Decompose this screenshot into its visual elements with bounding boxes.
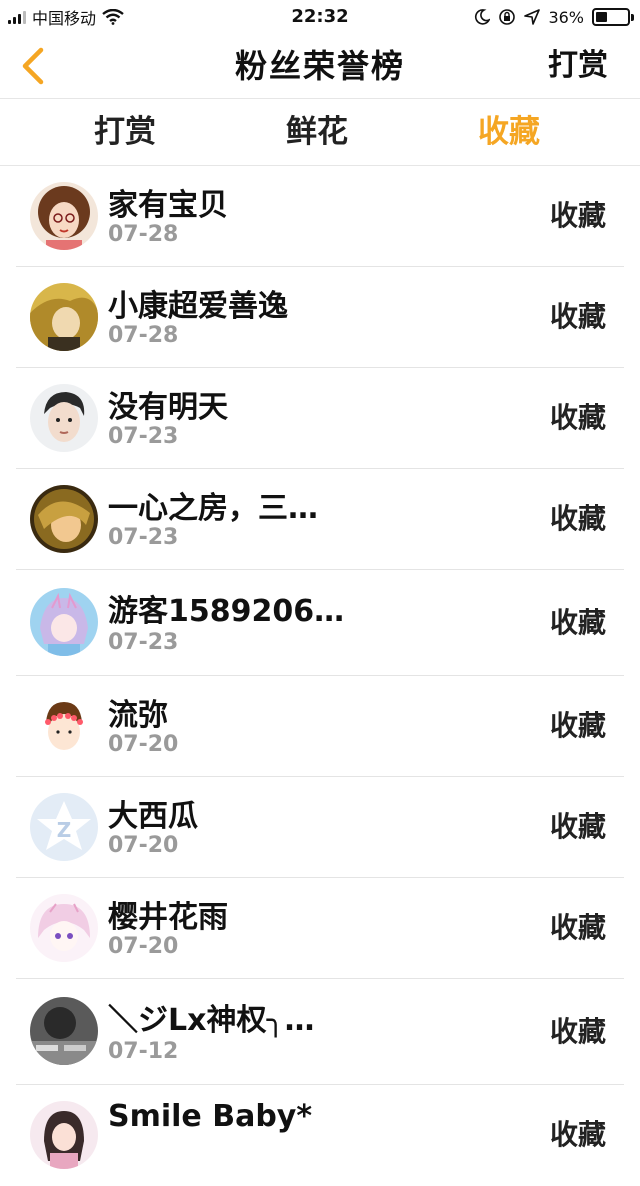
status-right: 36% [474, 6, 634, 28]
fan-date: 07-28 [108, 222, 179, 247]
list-item[interactable]: 一心之房，三… 07-23 收藏 [16, 469, 624, 570]
fan-name: Smile Baby* [108, 1099, 313, 1134]
avatar [30, 588, 98, 656]
avatar [30, 485, 98, 553]
fan-date: 07-23 [108, 424, 179, 449]
fan-name: 一心之房，三… [108, 491, 318, 526]
reward-button[interactable]: 打赏 [548, 34, 608, 98]
list-item[interactable]: 游客1589206… 07-23 收藏 [16, 570, 624, 676]
fan-name: 大西瓜 [108, 799, 198, 834]
nav-bar: 粉丝荣誉榜 打赏 [0, 34, 640, 98]
favorite-label: 收藏 [549, 502, 606, 535]
fan-name: 家有宝贝 [108, 188, 228, 223]
fan-date: 07-23 [108, 525, 179, 550]
fan-name: 没有明天 [108, 390, 228, 425]
list-item[interactable]: 小康超爱善逸 07-28 收藏 [16, 267, 624, 368]
fan-name: 流弥 [108, 698, 168, 733]
favorite-label: 收藏 [549, 300, 606, 333]
favorite-label: 收藏 [549, 810, 606, 843]
avatar [30, 692, 98, 760]
list-item[interactable]: 家有宝贝 07-28 收藏 [16, 166, 624, 267]
fan-name: 游客1589206… [108, 594, 345, 629]
rotation-lock-icon [499, 9, 516, 25]
favorite-label: 收藏 [549, 709, 606, 742]
battery-fill [596, 12, 607, 22]
avatar [30, 182, 98, 250]
list-item[interactable]: Smile Baby* 收藏 [16, 1085, 624, 1186]
favorite-label: 收藏 [549, 911, 606, 944]
fan-date: 07-23 [108, 630, 179, 655]
list-item[interactable]: ＼ジLx神权╮… 07-12 收藏 [16, 979, 624, 1085]
avatar [30, 283, 98, 351]
fan-name: ＼ジLx神权╮… [108, 1003, 315, 1038]
tab-flowers[interactable]: 鲜花 [286, 99, 348, 165]
avatar [30, 894, 98, 962]
fan-name: 小康超爱善逸 [108, 289, 288, 324]
fan-date: 07-20 [108, 934, 179, 959]
chevron-left-icon [22, 47, 44, 85]
avatar: Z [30, 793, 98, 861]
favorite-label: 收藏 [549, 1015, 606, 1048]
back-button[interactable] [8, 42, 56, 90]
favorite-label: 收藏 [549, 1118, 606, 1151]
favorite-label: 收藏 [549, 199, 606, 232]
list-item[interactable]: Z 大西瓜 07-20 收藏 [16, 777, 624, 878]
tab-reward[interactable]: 打赏 [94, 99, 156, 165]
list-item[interactable]: 流弥 07-20 收藏 [16, 676, 624, 777]
status-bar: 中国移动 22:32 36% [0, 0, 640, 34]
location-icon [524, 9, 541, 25]
battery-icon [592, 8, 634, 26]
page-title: 粉丝荣誉榜 [234, 47, 405, 85]
fan-date: 07-20 [108, 833, 179, 858]
favorite-label: 收藏 [549, 401, 606, 434]
fan-name: 樱井花雨 [108, 900, 228, 935]
fan-date: 07-28 [108, 323, 179, 348]
list-item[interactable]: 没有明天 07-23 收藏 [16, 368, 624, 469]
avatar [30, 997, 98, 1065]
avatar [30, 384, 98, 452]
svg-text:Z: Z [57, 818, 72, 842]
fan-list: 家有宝贝 07-28 收藏 小康超爱善逸 07-28 收藏 没有明天 07-23… [0, 166, 640, 1186]
tab-bar: 打赏 鲜花 收藏 [0, 98, 640, 166]
battery-percent: 36% [548, 7, 584, 27]
list-item[interactable]: 樱井花雨 07-20 收藏 [16, 878, 624, 979]
fan-date: 07-20 [108, 732, 179, 757]
avatar [30, 1101, 98, 1169]
fan-date: 07-12 [108, 1039, 179, 1064]
moon-icon [475, 9, 491, 25]
favorite-label: 收藏 [549, 606, 606, 639]
tab-favorites[interactable]: 收藏 [478, 99, 540, 165]
